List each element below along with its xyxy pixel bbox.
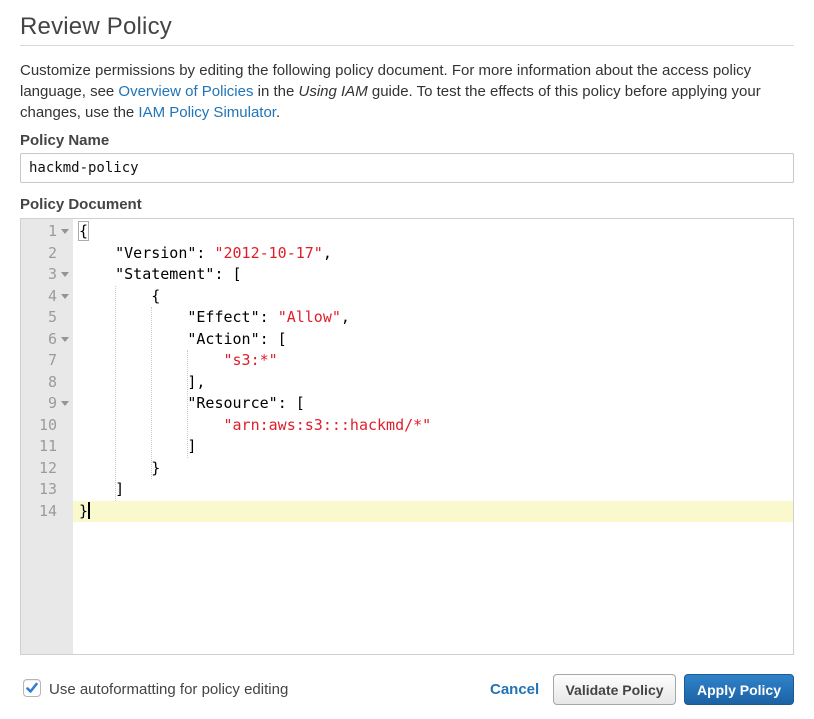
code-line[interactable]: "arn:aws:s3:::hackmd/*" — [73, 415, 793, 437]
intro-text-4: . — [276, 104, 280, 121]
code-token: "Statement" — [115, 265, 214, 283]
policy-document-editor[interactable]: 1234567891011121314 { "Version": "2012-1… — [20, 218, 794, 655]
gutter-line: 2 — [21, 243, 73, 265]
code-token: } — [79, 502, 88, 520]
code-token: , — [341, 308, 350, 326]
editor-gutter: 1234567891011121314 — [21, 219, 73, 654]
fold-arrow-icon[interactable] — [57, 294, 73, 299]
page-title: Review Policy — [20, 13, 172, 41]
code-token: ] — [115, 480, 124, 498]
code-token: "Effect" — [187, 308, 259, 326]
code-token: "Version" — [115, 244, 196, 262]
code-line[interactable]: } — [73, 501, 793, 523]
code-token: : — [260, 308, 278, 326]
line-number: 13 — [21, 479, 57, 501]
checkmark-icon — [26, 682, 38, 694]
gutter-line: 12 — [21, 458, 73, 480]
code-token: : [ — [260, 330, 287, 348]
intro-text-2: in the — [253, 83, 298, 100]
code-line[interactable]: "s3:*" — [73, 350, 793, 372]
code-line[interactable]: ] — [73, 436, 793, 458]
gutter-line: 7 — [21, 350, 73, 372]
code-token: { — [151, 287, 160, 305]
line-number: 14 — [21, 501, 57, 523]
editor-code[interactable]: { "Version": "2012-10-17", "Statement": … — [73, 219, 793, 654]
gutter-line: 11 — [21, 436, 73, 458]
gutter-line: 6 — [21, 329, 73, 351]
code-token: ] — [187, 437, 196, 455]
policy-name-label: Policy Name — [20, 132, 109, 149]
gutter-line: 3 — [21, 264, 73, 286]
code-token: : [ — [278, 394, 305, 412]
using-iam-guide-title: Using IAM — [299, 83, 368, 100]
line-number: 6 — [21, 329, 57, 351]
code-line[interactable]: "Resource": [ — [73, 393, 793, 415]
code-line[interactable]: "Action": [ — [73, 329, 793, 351]
code-token: "Resource" — [187, 394, 277, 412]
title-divider — [20, 45, 794, 46]
fold-arrow-icon[interactable] — [57, 229, 73, 234]
code-token: : [ — [214, 265, 241, 283]
line-number: 9 — [21, 393, 57, 415]
line-number: 3 — [21, 264, 57, 286]
overview-of-policies-link[interactable]: Overview of Policies — [118, 83, 253, 100]
code-token: , — [323, 244, 332, 262]
code-line[interactable]: ] — [73, 479, 793, 501]
policy-document-label: Policy Document — [20, 196, 142, 213]
gutter-line: 5 — [21, 307, 73, 329]
line-number: 1 — [21, 221, 57, 243]
iam-policy-simulator-link[interactable]: IAM Policy Simulator — [138, 104, 276, 121]
code-token: ], — [187, 373, 205, 391]
code-line[interactable]: { — [73, 286, 793, 308]
gutter-line: 1 — [21, 221, 73, 243]
code-line[interactable]: } — [73, 458, 793, 480]
code-token: : — [196, 244, 214, 262]
gutter-line: 9 — [21, 393, 73, 415]
code-line[interactable]: { — [73, 221, 793, 243]
gutter-line: 4 — [21, 286, 73, 308]
autoformat-label[interactable]: Use autoformatting for policy editing — [49, 681, 288, 698]
fold-arrow-icon[interactable] — [57, 401, 73, 406]
line-number: 11 — [21, 436, 57, 458]
validate-policy-button[interactable]: Validate Policy — [553, 674, 676, 705]
gutter-line: 10 — [21, 415, 73, 437]
code-line[interactable]: "Version": "2012-10-17", — [73, 243, 793, 265]
fold-arrow-icon[interactable] — [57, 337, 73, 342]
policy-name-input[interactable] — [20, 153, 794, 183]
code-token: "arn:aws:s3:::hackmd/*" — [224, 416, 432, 434]
autoformat-checkbox[interactable] — [23, 679, 41, 697]
gutter-line: 13 — [21, 479, 73, 501]
line-number: 10 — [21, 415, 57, 437]
footer-bar: Use autoformatting for policy editing Ca… — [0, 668, 814, 714]
line-number: 7 — [21, 350, 57, 372]
code-token: { — [79, 222, 88, 240]
gutter-line: 14 — [21, 501, 73, 523]
code-token: "2012-10-17" — [214, 244, 322, 262]
intro-paragraph: Customize permissions by editing the fol… — [20, 60, 796, 123]
code-token: "Allow" — [278, 308, 341, 326]
apply-policy-button[interactable]: Apply Policy — [684, 674, 794, 705]
line-number: 2 — [21, 243, 57, 265]
code-token: "s3:*" — [224, 351, 278, 369]
code-line[interactable]: "Effect": "Allow", — [73, 307, 793, 329]
cancel-link[interactable]: Cancel — [490, 681, 539, 698]
line-number: 4 — [21, 286, 57, 308]
gutter-line: 8 — [21, 372, 73, 394]
line-number: 8 — [21, 372, 57, 394]
line-number: 5 — [21, 307, 57, 329]
line-number: 12 — [21, 458, 57, 480]
code-token: "Action" — [187, 330, 259, 348]
code-token: } — [151, 459, 160, 477]
code-line[interactable]: ], — [73, 372, 793, 394]
text-cursor — [88, 502, 90, 519]
fold-arrow-icon[interactable] — [57, 272, 73, 277]
code-line[interactable]: "Statement": [ — [73, 264, 793, 286]
